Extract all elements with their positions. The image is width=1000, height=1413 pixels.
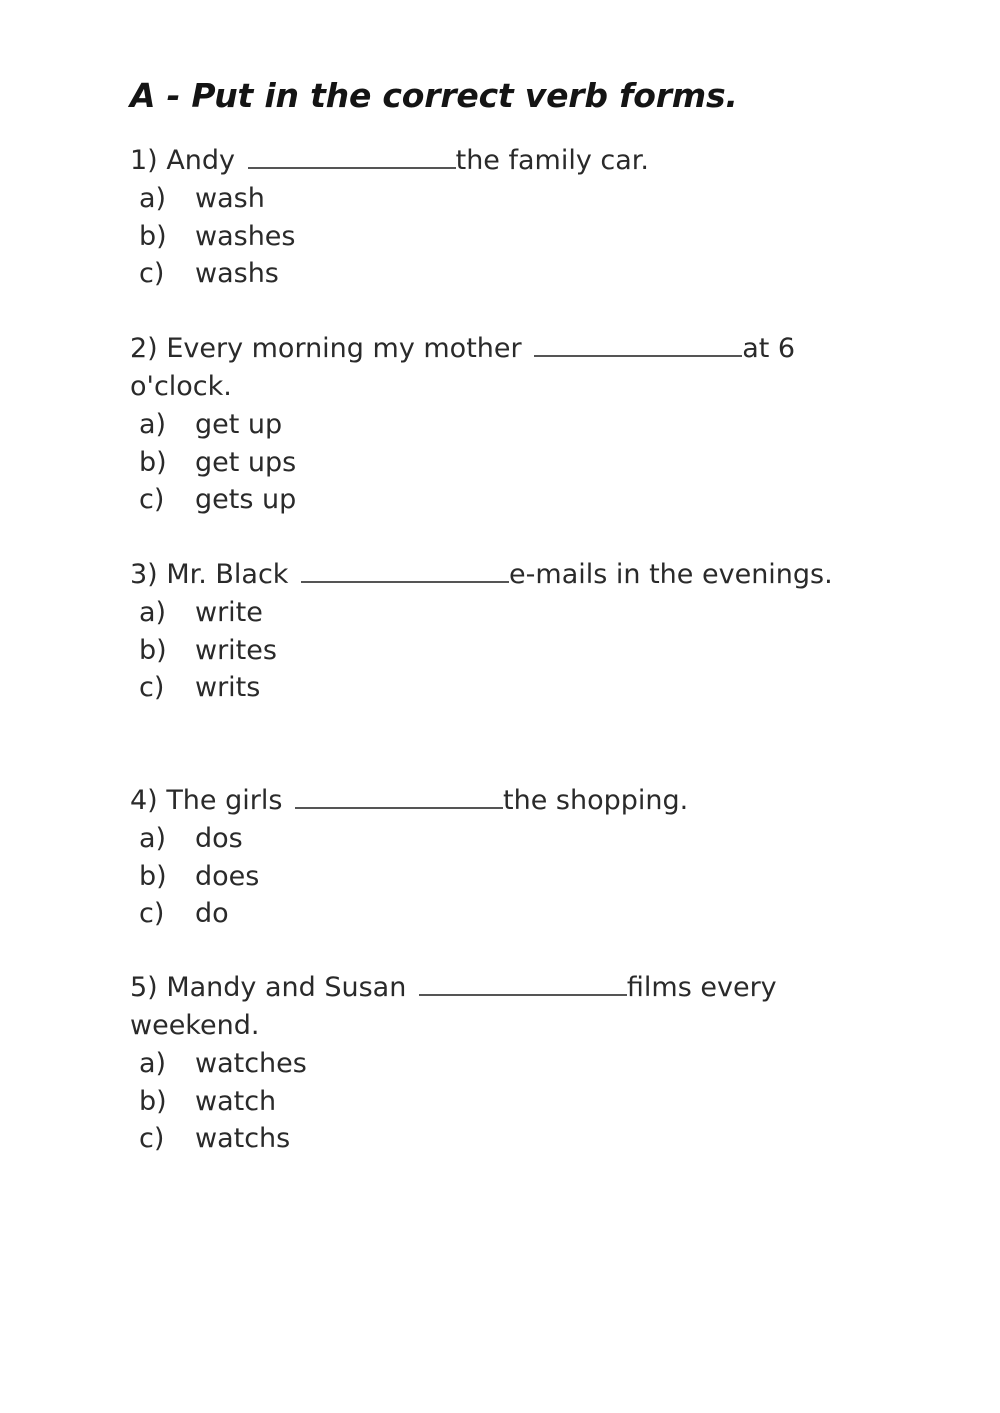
question-1: 1) Andy the family car. a) wash b) washe… xyxy=(130,142,890,293)
option-letter: a) xyxy=(139,1048,167,1079)
option-letter: c) xyxy=(139,258,165,289)
question-4: 4) The girls the shopping. a) dos b) doe… xyxy=(130,782,890,933)
option-letter: a) xyxy=(139,409,167,440)
option-text: watch xyxy=(195,1085,277,1117)
question-text-before: Mr. Black xyxy=(166,559,289,590)
question-number: 4) xyxy=(130,785,158,816)
worksheet-title: A - Put in the correct verb forms. xyxy=(130,76,738,115)
option-b[interactable]: b) writes xyxy=(139,632,890,670)
question-text-before: The girls xyxy=(166,785,283,816)
question-stem: 3) Mr. Black e-mails in the evenings. xyxy=(130,556,890,594)
option-text: do xyxy=(195,898,229,929)
option-text: writes xyxy=(195,634,277,666)
option-b[interactable]: b) watch xyxy=(139,1083,890,1121)
answer-blank xyxy=(301,556,510,583)
option-text: write xyxy=(195,597,263,628)
option-text: does xyxy=(195,860,260,892)
option-letter: b) xyxy=(139,446,167,478)
answer-blank xyxy=(247,142,456,169)
question-text-after: the family car. xyxy=(455,145,650,176)
option-a[interactable]: a) write xyxy=(139,594,890,632)
question-number: 5) xyxy=(130,972,158,1003)
question-stem: 4) The girls the shopping. xyxy=(130,782,890,820)
option-a[interactable]: a) wash xyxy=(139,180,890,218)
option-c[interactable]: c) washs xyxy=(139,255,890,293)
option-letter: a) xyxy=(139,597,167,628)
option-b[interactable]: b) washes xyxy=(139,218,890,256)
worksheet-page: A - Put in the correct verb forms. 1) An… xyxy=(0,0,1000,1413)
answer-blank xyxy=(295,782,504,809)
question-stem: 2) Every morning my mother at 6 o'clock. xyxy=(130,330,890,406)
question-2: 2) Every morning my mother at 6 o'clock.… xyxy=(130,330,890,519)
option-letter: c) xyxy=(139,898,165,929)
options-list: a) dos b) does c) do xyxy=(130,820,890,933)
options-list: a) write b) writes c) writs xyxy=(130,594,890,707)
option-letter: b) xyxy=(139,220,167,252)
option-text: writs xyxy=(195,672,261,703)
option-c[interactable]: c) gets up xyxy=(139,481,890,519)
option-text: wash xyxy=(195,183,265,214)
option-text: washes xyxy=(195,220,296,252)
option-letter: b) xyxy=(139,634,167,666)
option-a[interactable]: a) watches xyxy=(139,1045,890,1083)
option-letter: c) xyxy=(139,672,165,703)
option-text: dos xyxy=(195,823,243,854)
question-stem: 1) Andy the family car. xyxy=(130,142,890,180)
question-number: 1) xyxy=(130,145,158,176)
question-text-after: e-mails in the evenings. xyxy=(509,559,833,590)
option-text: washs xyxy=(195,258,279,289)
option-b[interactable]: b) does xyxy=(139,858,890,896)
question-text-before: Every morning my mother xyxy=(166,333,522,364)
option-c[interactable]: c) do xyxy=(139,895,890,933)
question-number: 3) xyxy=(130,559,158,590)
options-list: a) watches b) watch c) watchs xyxy=(130,1045,890,1158)
question-number: 2) xyxy=(130,333,158,364)
question-5: 5) Mandy and Susan films every weekend. … xyxy=(130,969,890,1158)
answer-blank xyxy=(534,330,743,357)
answer-blank xyxy=(418,969,627,996)
question-text-before: Mandy and Susan xyxy=(166,972,407,1003)
option-text: get ups xyxy=(195,446,297,478)
option-a[interactable]: a) get up xyxy=(139,406,890,444)
option-letter: b) xyxy=(139,860,167,892)
option-letter: c) xyxy=(139,484,165,515)
option-b[interactable]: b) get ups xyxy=(139,444,890,482)
option-letter: a) xyxy=(139,823,167,854)
option-letter: c) xyxy=(139,1123,165,1154)
options-list: a) wash b) washes c) washs xyxy=(130,180,890,293)
option-letter: b) xyxy=(139,1085,167,1117)
question-text-after: the shopping. xyxy=(503,785,689,816)
question-stem: 5) Mandy and Susan films every weekend. xyxy=(130,969,890,1045)
option-letter: a) xyxy=(139,183,167,214)
option-text: gets up xyxy=(195,484,297,515)
option-c[interactable]: c) writs xyxy=(139,669,890,707)
option-a[interactable]: a) dos xyxy=(139,820,890,858)
option-text: watches xyxy=(195,1048,307,1079)
options-list: a) get up b) get ups c) gets up xyxy=(130,406,890,519)
option-c[interactable]: c) watchs xyxy=(139,1120,890,1158)
option-text: watchs xyxy=(195,1123,291,1154)
option-text: get up xyxy=(195,409,283,440)
question-text-before: Andy xyxy=(166,145,236,176)
question-3: 3) Mr. Black e-mails in the evenings. a)… xyxy=(130,556,890,707)
